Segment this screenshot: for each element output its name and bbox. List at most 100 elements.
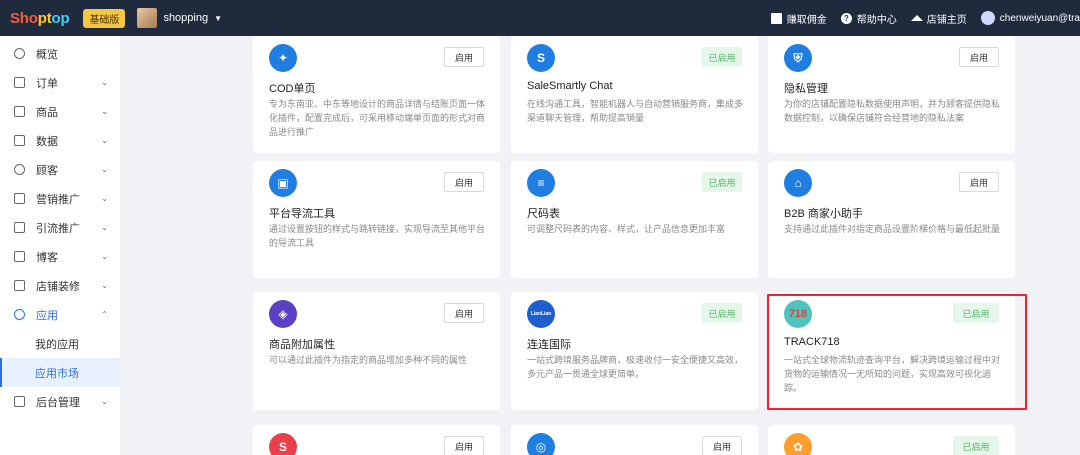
sidebar-item-traffic[interactable]: 引流推广 ⌄: [0, 213, 120, 242]
caret-down-icon[interactable]: ▼: [214, 14, 222, 23]
app-description: 可以通过此插件为指定的商品增加多种不同的属性: [269, 355, 468, 365]
shop-avatar[interactable]: [137, 8, 158, 28]
b2b-icon: ⌂: [784, 169, 812, 197]
app-name: 商品附加属性: [269, 339, 335, 351]
chevron-up-icon: ⌃: [101, 310, 108, 319]
app-icon: S: [269, 433, 297, 455]
data-icon: [14, 135, 25, 146]
chevron-down-icon: ⌄: [101, 281, 108, 290]
traffic-tool-icon: ▣: [269, 169, 297, 197]
product-icon: [14, 106, 25, 117]
chevron-down-icon: ⌄: [101, 252, 108, 261]
app-name: SaleSmartly Chat: [527, 80, 613, 92]
home-icon: [910, 13, 923, 24]
apps-icon: [14, 309, 25, 320]
app-market-content: ✦ 启用 COD单页 专为东南亚、中东等地设计的商品详情与结账页面一体化插件，配…: [120, 36, 1080, 455]
help-icon: ?: [840, 12, 852, 24]
app-description: 通过设置按钮的样式与跳转链接，实现导流至其他平台的导流工具: [269, 224, 486, 248]
plan-badge: 基础版: [83, 8, 126, 28]
earn-commission-link[interactable]: 赚取佣金: [770, 11, 827, 26]
chevron-down-icon: ⌄: [101, 136, 108, 145]
blog-icon: [14, 251, 25, 262]
enable-button[interactable]: 启用: [444, 436, 484, 455]
traffic-icon: [14, 222, 25, 233]
enabled-badge[interactable]: 已启用: [702, 47, 742, 67]
app-card-privacy[interactable]: ⛨ 启用 隐私管理 为你的店铺配置隐私数据使用声明，并为顾客提供隐私数据控制，以…: [768, 36, 1015, 153]
sidebar-item-orders[interactable]: 订单 ⌄: [0, 68, 120, 97]
app-card-partial[interactable]: ✿ 已启用: [768, 425, 1015, 455]
sidebar-item-apps[interactable]: 应用 ⌃: [0, 300, 120, 329]
store-home-link[interactable]: 店铺主页: [910, 11, 967, 26]
sidebar-item-theme[interactable]: 店铺装修 ⌄: [0, 271, 120, 300]
chevron-down-icon: ⌄: [101, 165, 108, 174]
sidebar-item-products[interactable]: 商品 ⌄: [0, 97, 120, 126]
admin-icon: [14, 396, 25, 407]
chevron-down-icon: ⌄: [101, 397, 108, 406]
top-right-links: 赚取佣金 ? 帮助中心 店铺主页 chenweiyuan@tra: [770, 0, 1080, 36]
enabled-badge[interactable]: 已启用: [953, 303, 999, 323]
app-name: 平台导流工具: [269, 208, 335, 220]
chevron-down-icon: ⌄: [101, 78, 108, 87]
enable-button[interactable]: 启用: [959, 172, 999, 192]
customer-icon: [14, 164, 25, 175]
app-description: 一站式跨境服务品牌商，极速收付一安全便捷又高效，多元产品一贯通全球更简单。: [527, 355, 744, 379]
app-card-b2b[interactable]: ⌂ 启用 B2B 商家小助手 支持通过此插件对指定商品设置阶梯价格与最低起批量: [768, 161, 1015, 278]
sidebar-item-blog[interactable]: 博客 ⌄: [0, 242, 120, 271]
user-avatar: [980, 11, 995, 25]
theme-icon: [14, 280, 25, 291]
sidebar-item-overview[interactable]: 概览: [0, 39, 120, 68]
enable-button[interactable]: 启用: [444, 172, 484, 192]
app-card-partial[interactable]: ◎ 启用: [511, 425, 758, 455]
size-chart-icon: ≡: [527, 169, 555, 197]
help-center-link[interactable]: ? 帮助中心: [840, 11, 897, 26]
sidebar-item-customers[interactable]: 顾客 ⌄: [0, 155, 120, 184]
app-name: COD单页: [269, 83, 316, 95]
enable-button[interactable]: 启用: [444, 47, 484, 67]
shoptop-logo[interactable]: Shoptop: [10, 10, 70, 27]
sidebar-subitem-my-apps[interactable]: 我的应用: [0, 329, 120, 358]
shop-switcher[interactable]: shopping: [163, 12, 208, 24]
privacy-icon: ⛨: [784, 44, 812, 72]
enable-button[interactable]: 启用: [702, 436, 742, 455]
app-card-salesmartly[interactable]: S 已启用 SaleSmartly Chat 在线沟通工具，智能机器人与自动营销…: [511, 36, 758, 153]
app-card-cod[interactable]: ✦ 启用 COD单页 专为东南亚、中东等地设计的商品详情与结账页面一体化插件，配…: [253, 36, 500, 153]
enable-button[interactable]: 启用: [444, 303, 484, 323]
app-icon: ◎: [527, 433, 555, 455]
chevron-down-icon: ⌄: [101, 107, 108, 116]
app-card-partial[interactable]: S 启用: [253, 425, 500, 455]
app-description: 在线沟通工具，智能机器人与自动营销服务商，集成多渠道聊天管理，帮助提高销量: [527, 99, 744, 123]
app-card-traffic-tool[interactable]: ▣ 启用 平台导流工具 通过设置按钮的样式与跳转链接，实现导流至其他平台的导流工…: [253, 161, 500, 278]
sidebar-item-data[interactable]: 数据 ⌄: [0, 126, 120, 155]
app-name: B2B 商家小助手: [784, 208, 863, 220]
cod-icon: ✦: [269, 44, 297, 72]
lianlian-icon: LianLian: [527, 300, 555, 328]
enabled-badge[interactable]: 已启用: [702, 303, 742, 323]
app-description: 一站式全球物流轨迹查询平台，解决跨境运输过程中对货物的运输情况一无所知的问题，实…: [784, 355, 1001, 393]
app-description: 可调整尺码表的内容、样式，让产品信息更加丰富: [527, 224, 726, 234]
sidebar-subitem-app-market[interactable]: 应用市场: [0, 358, 120, 387]
app-card-product-attr[interactable]: ◈ 启用 商品附加属性 可以通过此插件为指定的商品增加多种不同的属性: [253, 292, 500, 410]
marketing-icon: [14, 193, 25, 204]
app-name: TRACK718: [784, 336, 840, 348]
chevron-down-icon: ⌄: [101, 194, 108, 203]
sidebar-item-marketing[interactable]: 营销推广 ⌄: [0, 184, 120, 213]
product-attr-icon: ◈: [269, 300, 297, 328]
app-card-track718[interactable]: 718 已启用 TRACK718 一站式全球物流轨迹查询平台，解决跨境运输过程中…: [768, 292, 1015, 410]
top-bar: Shoptop 基础版 shopping ▼ 赚取佣金 ? 帮助中心 店铺主页 …: [0, 0, 1080, 36]
sidebar-item-admin[interactable]: 后台管理 ⌄: [0, 387, 120, 416]
user-menu[interactable]: chenweiyuan@tra: [980, 11, 1080, 25]
order-icon: [14, 77, 25, 88]
sidebar: 概览 订单 ⌄ 商品 ⌄ 数据 ⌄ 顾客 ⌄ 营销推广 ⌄ 引流推广 ⌄ 博客 …: [0, 36, 120, 455]
app-description: 支持通过此插件对指定商品设置阶梯价格与最低起批量: [784, 224, 1001, 234]
app-name: 尺码表: [527, 208, 560, 220]
app-description: 专为东南亚、中东等地设计的商品详情与结账页面一体化插件，配置完成后，可采用移动端…: [269, 99, 486, 137]
app-card-lianlian[interactable]: LianLian 已启用 连连国际 一站式跨境服务品牌商，极速收付一安全便捷又高…: [511, 292, 758, 410]
enabled-badge[interactable]: 已启用: [702, 172, 742, 192]
app-description: 为你的店铺配置隐私数据使用声明，并为顾客提供隐私数据控制，以确保店铺符合经营地的…: [784, 99, 1001, 123]
enable-button[interactable]: 启用: [959, 47, 999, 67]
chevron-down-icon: ⌄: [101, 223, 108, 232]
app-name: 连连国际: [527, 339, 571, 351]
track718-icon: 718: [784, 300, 812, 328]
enabled-badge[interactable]: 已启用: [953, 436, 999, 455]
app-card-size-chart[interactable]: ≡ 已启用 尺码表 可调整尺码表的内容、样式，让产品信息更加丰富: [511, 161, 758, 278]
